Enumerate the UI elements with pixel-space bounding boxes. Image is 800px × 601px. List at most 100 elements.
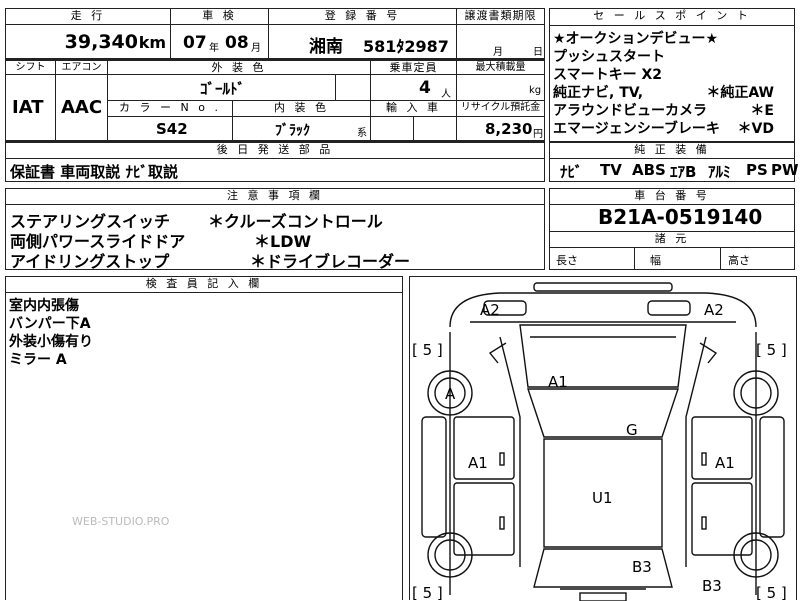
transfer-day: 日 <box>533 47 543 58</box>
exterior-value: ｺﾞｰﾙﾄﾞ <box>200 80 246 98</box>
interior-value: ﾌﾞﾗｯｸ <box>275 123 310 139</box>
inspection-month: 08 <box>225 33 249 53</box>
tire-mark-front-left: [ 5 ] <box>412 341 443 359</box>
equipment-item-abs: ABS <box>632 161 666 179</box>
damage-label-a1-hood: A1 <box>548 373 568 391</box>
sales-point-right-1: ＊純正AW <box>706 85 774 101</box>
interior-cell: ﾌﾞﾗｯｸ 系 <box>233 117 371 141</box>
notes-box: 注 意 事 項 欄 ステアリングスイッチ ＊クルーズコントロール 両側パワースラ… <box>5 188 545 271</box>
equipment-item-tv: TV <box>600 161 622 179</box>
damage-label-b3-rear: B3 <box>632 558 652 576</box>
maxload-header: 最大積載量 <box>457 61 545 75</box>
later-parts-box: 後 日 発 送 部 品 保証書 車両取説 ﾅﾋﾞ取説 <box>5 142 545 182</box>
interior-header: 内 装 色 <box>233 101 371 117</box>
colorno-header: カ ラ ー N o . <box>108 101 233 117</box>
sales-point-5: アラウンドビューカメラ <box>553 103 707 119</box>
damage-label-a-wheel: A <box>445 385 456 403</box>
colorno-cell: S42 <box>108 117 233 141</box>
capacity-unit: 人 <box>441 89 451 100</box>
tire-mark-rear-right: [ 5 ] <box>756 584 787 601</box>
car-diagram: A2 A2 A1 A G A1 A1 U1 B3 B3 [ 5 ] [ 5 ] … <box>412 282 787 601</box>
transfer-header: 譲渡書類期限 <box>457 9 545 25</box>
damage-label-g-windshield: G <box>626 421 638 439</box>
inspector-line-3: 外装小傷有り <box>9 334 93 350</box>
damage-label-a2-left: A2 <box>480 301 500 319</box>
maxload-cell: kg <box>457 75 545 101</box>
equipment-item-navi: ﾅﾋﾞ <box>560 163 583 181</box>
damage-label-a1-right: A1 <box>715 454 735 472</box>
later-parts-text: 保証書 車両取説 ﾅﾋﾞ取説 <box>10 163 178 181</box>
aircon-value: AAC <box>61 97 103 118</box>
damage-label-u1-roof: U1 <box>592 489 613 507</box>
shift-value: IAT <box>12 97 44 118</box>
sales-point-6: エマージェンシーブレーキ <box>553 121 720 137</box>
exterior-header: 外 装 色 <box>108 61 371 75</box>
colorno-value: S42 <box>156 120 188 138</box>
import-cell-b <box>414 117 457 141</box>
interior-suffix: 系 <box>357 128 367 139</box>
damage-label-b3-right: B3 <box>702 577 722 595</box>
equipment-header: 純 正 装 備 <box>550 143 794 159</box>
mileage-unit: km <box>138 33 166 52</box>
mileage-header: 走 行 <box>6 9 171 25</box>
shift-cell: IAT <box>6 75 56 141</box>
equipment-item-ps: PS <box>746 161 768 179</box>
spec-width-label: 幅 <box>650 254 661 267</box>
spec-height-label: 高さ <box>728 254 750 267</box>
recycle-value: 8,230 <box>485 120 533 138</box>
sales-point-4: 純正ナビ, TV, <box>553 85 644 101</box>
exterior-cell: ｺﾞｰﾙﾄﾞ <box>108 75 336 101</box>
sales-point-right-3: ＊VD <box>737 121 774 137</box>
recycle-unit: 円 <box>533 129 543 140</box>
inspection-year-unit: 年 <box>209 43 219 54</box>
inspector-line-4: ミラー A <box>9 352 67 368</box>
equipment-item-airbag: ｴｱB <box>670 163 697 181</box>
equipment-item-pw: PW <box>771 161 799 179</box>
spec-length-label: 長さ <box>556 254 578 267</box>
vehicle-info-block: シフト エアコン 外 装 色 乗車定員 最大積載量 IAT AAC ｺﾞｰﾙﾄﾞ… <box>5 60 545 142</box>
note-3-left: アイドリングストップ <box>10 252 170 271</box>
car-diagram-box: A2 A2 A1 A G A1 A1 U1 B3 B3 [ 5 ] [ 5 ] … <box>409 276 797 601</box>
transfer-month: 月 <box>493 47 503 58</box>
maxload-unit: kg <box>529 85 542 96</box>
damage-label-a1-left: A1 <box>468 454 488 472</box>
note-3-right: ＊ドライブレコーダー <box>250 252 411 271</box>
registration-region: 湘南 <box>309 37 343 57</box>
spec-divider-2 <box>720 247 721 269</box>
spec-divider-1 <box>634 247 635 269</box>
shift-header: シフト <box>6 61 56 75</box>
damage-label-a2-right: A2 <box>704 301 724 319</box>
inspection-header: 車 検 <box>171 9 269 25</box>
aircon-cell: AAC <box>56 75 108 141</box>
equipment-item-alumi: ｱﾙﾐ <box>708 163 731 181</box>
chassis-box: 車 台 番 号 B21A-0519140 諸 元 長さ 幅 高さ <box>549 188 795 270</box>
later-parts-header: 後 日 発 送 部 品 <box>6 143 544 159</box>
mileage-cell: 39,340 km <box>6 25 171 59</box>
sales-point-1: ★オークションデビュー★ <box>553 31 719 47</box>
sales-points-header: セ ー ル ス ポ イ ン ト <box>550 9 794 26</box>
import-cell-a <box>371 117 414 141</box>
aircon-header: エアコン <box>56 61 108 75</box>
exterior-extra-cell <box>336 75 371 101</box>
chassis-header: 車 台 番 号 <box>550 189 794 205</box>
notes-header: 注 意 事 項 欄 <box>6 189 544 205</box>
tire-mark-rear-left: [ 5 ] <box>412 584 443 601</box>
inspection-month-unit: 月 <box>251 43 261 54</box>
sales-point-2: プッシュスタート <box>553 49 665 65</box>
recycle-header: リサイクル預託金 <box>457 101 545 117</box>
registration-header: 登 録 番 号 <box>269 9 457 25</box>
sales-points-box: セ ー ル ス ポ イ ン ト ★オークションデビュー★ プッシュスタート スマ… <box>549 8 795 142</box>
sales-point-right-2: ＊E <box>750 103 774 119</box>
registration-number: 581ﾀ2987 <box>363 37 449 56</box>
inspector-box: 検 査 員 記 入 欄 室内内張傷 バンパー下A 外装小傷有り ミラー A WE… <box>5 276 403 600</box>
tire-mark-front-right: [ 5 ] <box>756 341 787 359</box>
inspector-line-1: 室内内張傷 <box>9 298 79 314</box>
equipment-box: 純 正 装 備 ﾅﾋﾞ TV ABS ｴｱB ｱﾙﾐ PS PW <box>549 142 799 182</box>
top-info-block: 走 行 車 検 登 録 番 号 譲渡書類期限 39,340 km 07 年 08… <box>5 8 545 60</box>
capacity-value: 4 <box>419 78 431 98</box>
inspector-header: 検 査 員 記 入 欄 <box>6 277 402 293</box>
specs-header: 諸 元 <box>550 231 794 248</box>
import-header: 輸 入 車 <box>371 101 457 117</box>
chassis-number: B21A-0519140 <box>598 205 763 229</box>
inspection-cell: 07 年 08 月 <box>171 25 269 59</box>
